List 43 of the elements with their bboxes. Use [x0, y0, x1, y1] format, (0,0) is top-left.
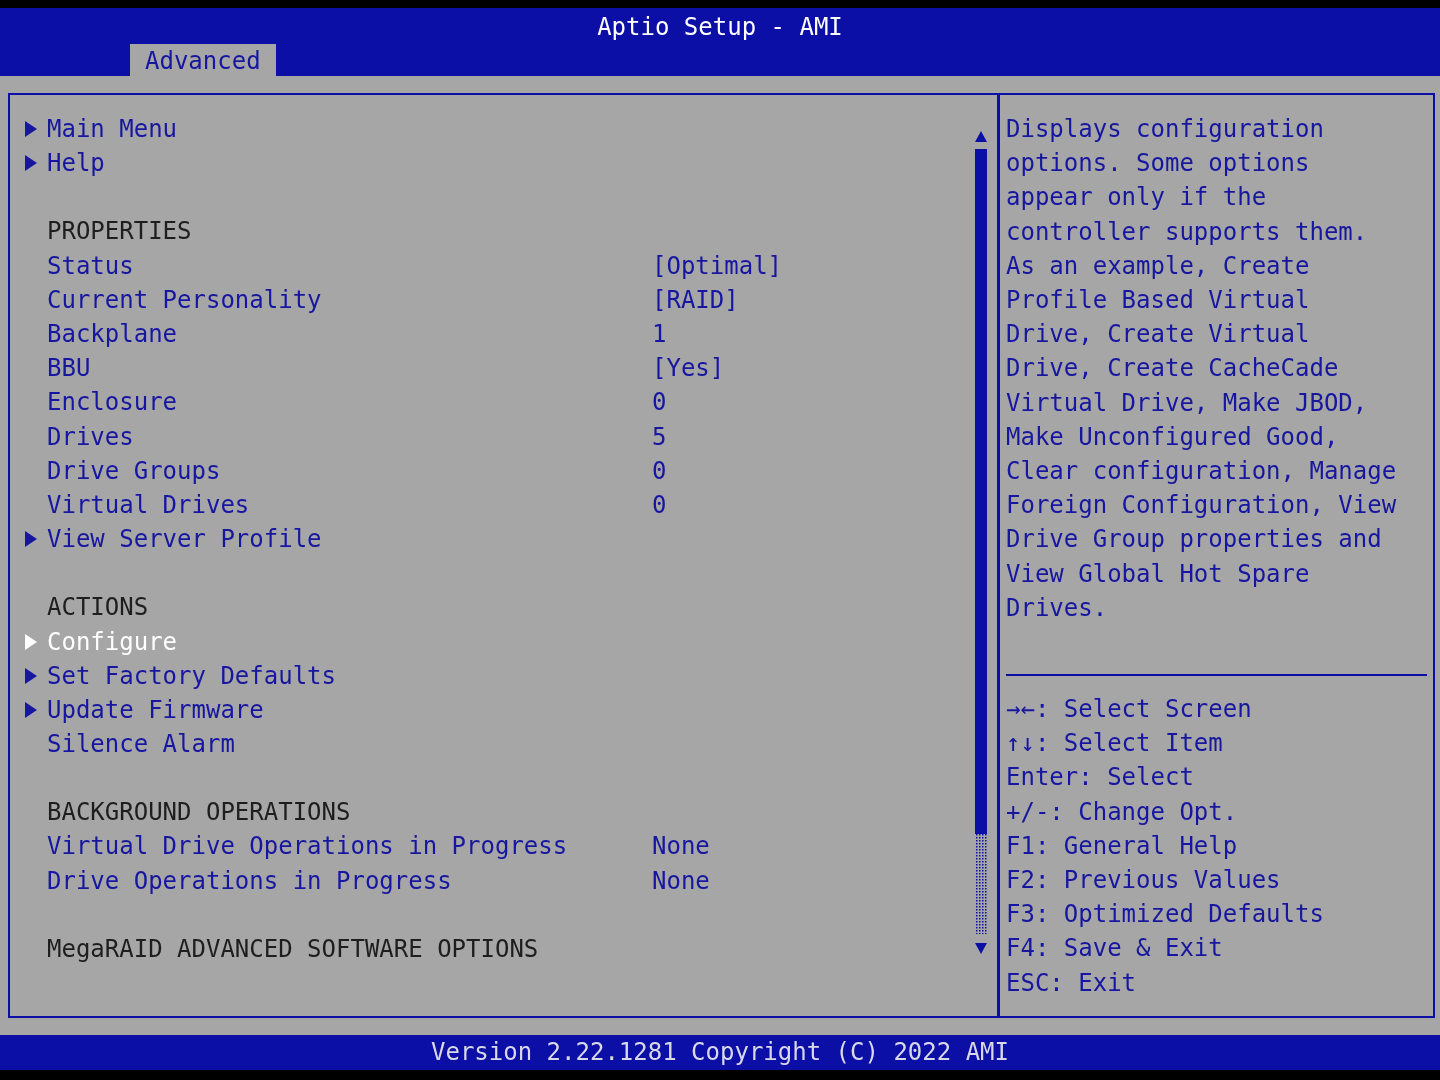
setting-value: [Optimal] [652, 251, 784, 280]
menu-item[interactable]: Main Menu [47, 115, 178, 144]
menu-item[interactable]: Drives [47, 422, 134, 451]
setting-value: None [652, 866, 711, 895]
section-heading: ACTIONS [47, 593, 150, 622]
help-text: Displays configuration options. Some options appear only if the controller supports them. As an example, Create Profile Based Virtual Drive, Create Virtual Drive, Create CacheCade Virtual Drive, Make JBOD, Make Unconfigured Good, Clear configuration, Manage Foreign Configuration, View Drive Group properties and View Global Hot Spare Drives. [1006, 114, 1398, 624]
section-heading: MegaRAID ADVANCED SOFTWARE OPTIONS [47, 934, 540, 963]
setting-value: 1 [652, 320, 668, 349]
tab[interactable]: Advanced [130, 44, 276, 78]
menu-item[interactable]: Virtual Drives [47, 490, 250, 519]
menu-item[interactable]: BBU [47, 354, 91, 383]
setting-value: [RAID] [652, 285, 740, 314]
window-title: Aptio Setup - AMI [597, 12, 843, 42]
menu-item[interactable]: Drive Operations in Progress [47, 866, 452, 895]
key-hint: +/-: Change Opt. [1006, 796, 1239, 828]
setting-value: None [652, 832, 711, 861]
menu-item[interactable]: Status [47, 251, 134, 280]
menu-item[interactable]: Current Personality [47, 285, 322, 314]
menu-item[interactable]: Virtual Drive Operations in Progress [47, 832, 568, 861]
menu-item[interactable]: View Server Profile [47, 525, 322, 554]
setting-value: 0 [652, 490, 668, 519]
key-hint: F3: Optimized Defaults [1006, 899, 1325, 931]
section-heading: BACKGROUND OPERATIONS [47, 798, 352, 827]
setting-value: 5 [652, 422, 668, 451]
version-footer: Version 2.22.1281 Copyright (C) 2022 AMI [0, 1035, 1440, 1070]
key-hint: F1: General Help [1006, 830, 1239, 862]
menu-item[interactable]: Silence Alarm [47, 730, 235, 759]
menu-item[interactable]: Set Factory Defaults [47, 661, 336, 690]
setting-value: 0 [652, 456, 668, 485]
menu-item[interactable]: Help [47, 149, 105, 178]
setting-value: [Yes] [652, 354, 726, 383]
key-hint: Enter: Select [1006, 762, 1195, 794]
section-heading: PROPERTIES [47, 217, 193, 246]
key-hint: F2: Previous Values [1006, 865, 1282, 896]
key-hint: ESC: Exit [1006, 967, 1138, 999]
menu-item[interactable]: Drive Groups [47, 456, 221, 485]
key-hint: ↑↓: Select Item [1006, 728, 1224, 760]
setting-value: 0 [652, 388, 668, 417]
menu-item[interactable]: Backplane [47, 320, 178, 349]
key-hint: F4: Save & Exit [1006, 933, 1224, 965]
menu-item[interactable]: Enclosure [47, 388, 178, 417]
menu-item[interactable]: Update Firmware [47, 695, 264, 724]
key-hint: →←: Select Screen [1006, 694, 1253, 725]
